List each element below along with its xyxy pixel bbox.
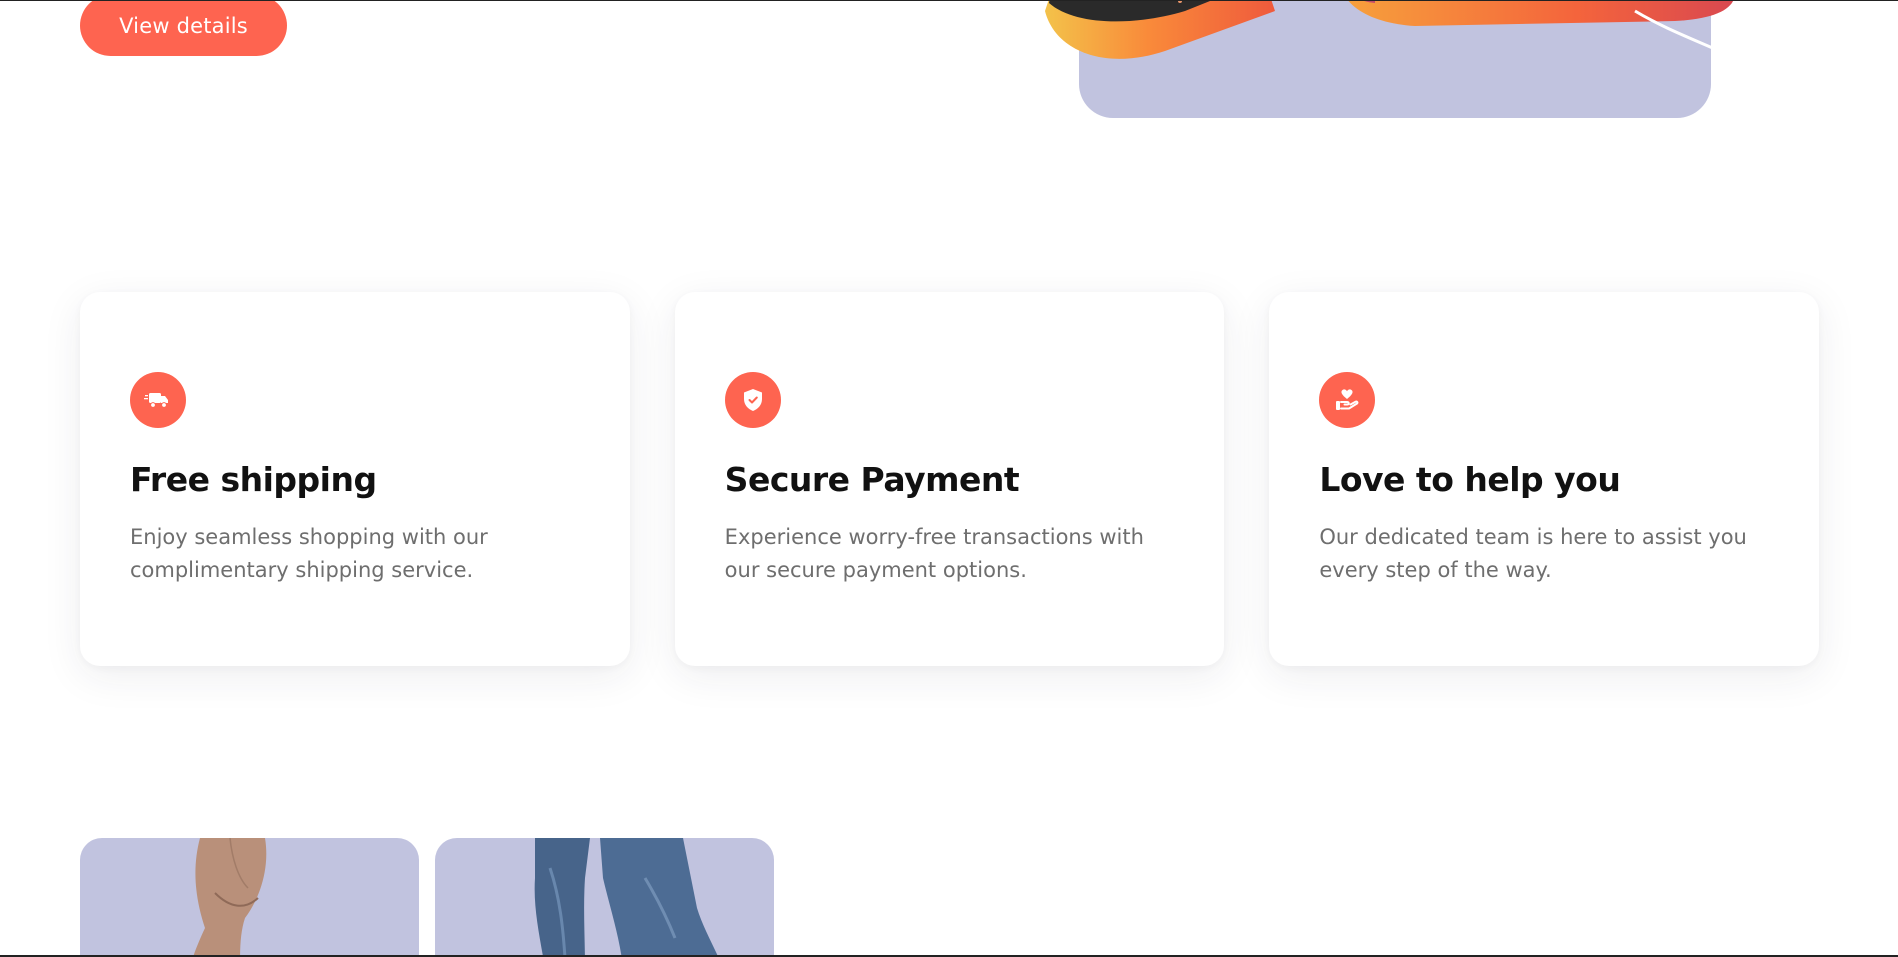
feature-description: Enjoy seamless shopping with our complim… <box>130 525 488 582</box>
view-details-button[interactable]: View details <box>80 1 287 56</box>
shield-check-icon <box>724 372 781 428</box>
hero-shoe-image <box>1045 1 1733 59</box>
feature-card-love-to-help: Love to help you Our dedicated team is h… <box>1269 292 1820 666</box>
feature-title: Secure Payment <box>724 460 1020 499</box>
truck-icon <box>130 372 186 428</box>
product-model-jeans-image <box>534 838 718 955</box>
feature-title: Love to help you <box>1319 460 1621 499</box>
heart-hand-icon <box>1319 372 1376 428</box>
feature-description: Our dedicated team is here to assist you… <box>1319 525 1747 582</box>
features-section: Free shipping Enjoy seamless shopping wi… <box>80 292 1820 666</box>
product-tile[interactable] <box>435 838 774 955</box>
feature-title: Free shipping <box>130 460 377 499</box>
feature-card-secure-payment: Secure Payment Experience worry-free tra… <box>674 292 1225 666</box>
page: View details Free shipping Enjoy seamles… <box>0 0 1898 957</box>
feature-description: Experience worry-free transactions with … <box>724 525 1144 582</box>
product-model-legs-image <box>193 838 267 955</box>
product-tile[interactable] <box>80 838 419 955</box>
feature-card-free-shipping: Free shipping Enjoy seamless shopping wi… <box>80 292 630 666</box>
